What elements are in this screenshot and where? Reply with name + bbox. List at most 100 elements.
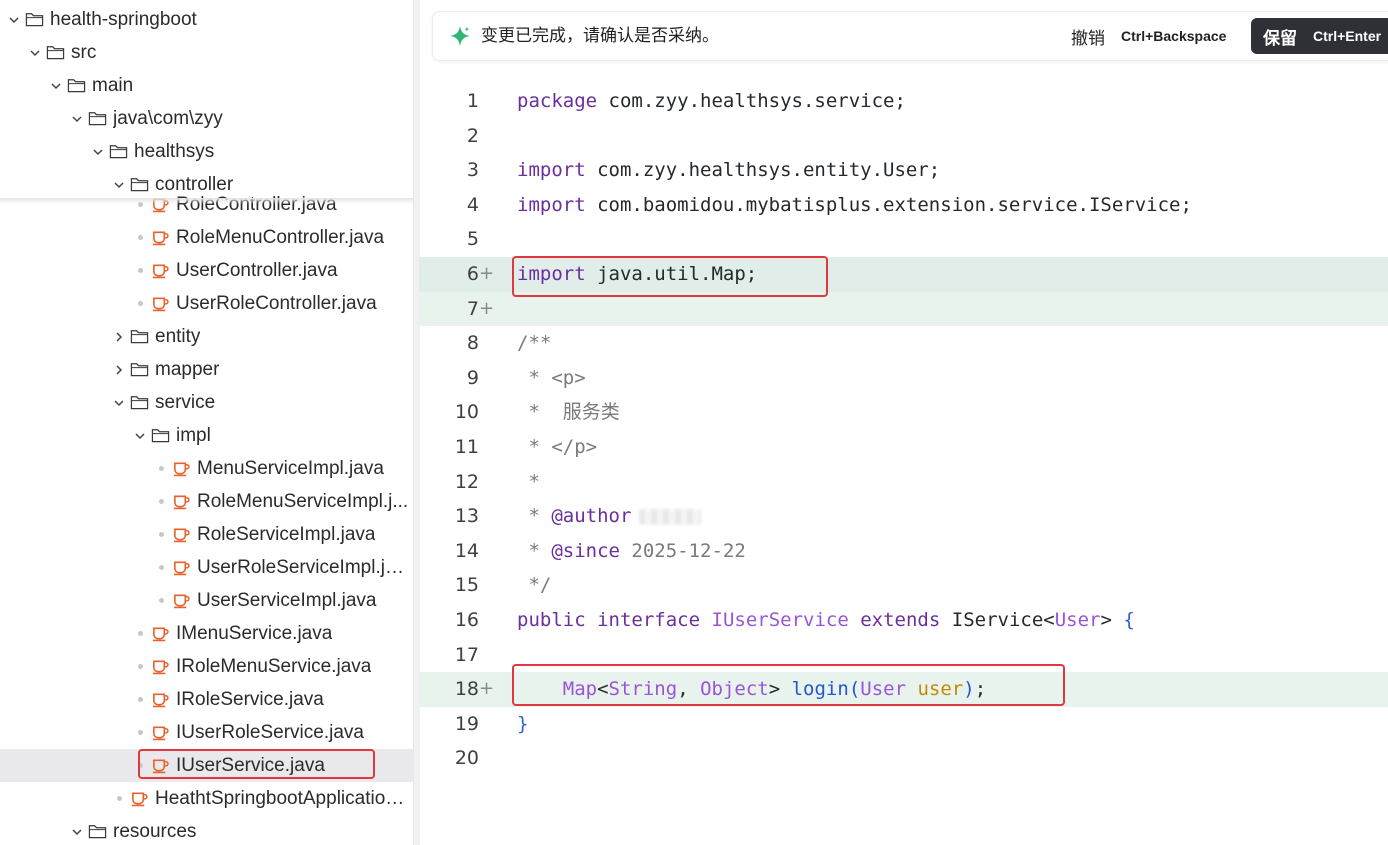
tree-folder[interactable]: entity	[0, 320, 413, 353]
redacted-author	[639, 508, 702, 525]
line-number: 12	[454, 470, 479, 493]
tree-dot-icon	[158, 485, 164, 518]
tree-folder[interactable]: service	[0, 386, 413, 419]
diff-confirmation-bar: 变更已完成，请确认是否采纳。 撤销 Ctrl+Backspace 保留 Ctrl…	[432, 11, 1388, 61]
undo-label: 撤销	[1071, 28, 1105, 48]
code-line-added[interactable]: 7 +	[419, 291, 1388, 327]
folder-icon	[129, 353, 149, 386]
keep-shortcut: Ctrl+Enter	[1313, 28, 1382, 44]
code-text: Map<String, Object> login(User user);	[562, 678, 987, 701]
keep-button[interactable]: 保留 Ctrl+Enter	[1251, 18, 1388, 54]
java-file-icon	[150, 188, 170, 221]
chevron-down-icon[interactable]	[29, 36, 41, 69]
tree-folder[interactable]: mapper	[0, 353, 413, 386]
line-number: 2	[466, 124, 479, 147]
chevron-down-icon[interactable]	[92, 135, 104, 168]
chevron-down-icon[interactable]	[71, 102, 83, 135]
code-line[interactable]: 17	[419, 638, 1388, 673]
tree-item-label: IRoleMenuService.java	[176, 656, 372, 677]
folder-icon	[129, 386, 149, 419]
chevron-right-icon[interactable]	[113, 320, 125, 353]
tree-item-label: entity	[155, 326, 201, 347]
java-file-icon	[150, 254, 170, 287]
code-line[interactable]: 3 import com.zyy.healthsys.entity.User;	[419, 153, 1388, 188]
tree-file[interactable]: IRoleService.java	[0, 683, 413, 716]
tree-file[interactable]: IUserService.java	[0, 749, 413, 782]
chevron-down-icon[interactable]	[50, 69, 62, 102]
code-line[interactable]: 1 package com.zyy.healthsys.service;	[419, 84, 1388, 119]
chevron-down-icon[interactable]	[113, 386, 125, 419]
tree-item-label: main	[92, 75, 134, 96]
tree-item-label: service	[155, 392, 216, 413]
tree-file[interactable]: IMenuService.java	[0, 617, 413, 650]
tree-dot-icon	[137, 683, 143, 716]
code-line[interactable]: 11 * </p>	[419, 430, 1388, 465]
tree-file[interactable]: UserRoleServiceImpl.java	[0, 551, 413, 584]
tree-file[interactable]: RoleController.java	[0, 188, 413, 221]
tree-file[interactable]: RoleMenuController.java	[0, 221, 413, 254]
tree-folder[interactable]: healthsys	[0, 135, 413, 168]
code-text: public interface IUserService extends IS…	[517, 609, 1135, 631]
tree-file[interactable]: UserServiceImpl.java	[0, 584, 413, 617]
tree-file[interactable]: IUserRoleService.java	[0, 716, 413, 749]
code-line[interactable]: 5	[419, 222, 1388, 257]
tree-item-label: RoleMenuServiceImpl.j...	[197, 491, 409, 512]
chevron-down-icon[interactable]	[71, 815, 83, 845]
tree-file[interactable]: RoleMenuServiceImpl.j...	[0, 485, 413, 518]
tree-file[interactable]: MenuServiceImpl.java	[0, 452, 413, 485]
tree-folder[interactable]: src	[0, 36, 413, 69]
java-file-icon	[129, 782, 149, 815]
code-editor[interactable]: 1 package com.zyy.healthsys.service; 2 3 imp…	[419, 84, 1388, 845]
undo-shortcut: Ctrl+Backspace	[1121, 28, 1227, 44]
java-file-icon	[171, 485, 191, 518]
tree-item-label: IRoleService.java	[176, 689, 324, 710]
tree-dot-icon	[158, 584, 164, 617]
code-line[interactable]: 19}	[419, 707, 1388, 742]
code-text: */	[517, 574, 552, 597]
code-text: import java.util.Map;	[517, 263, 758, 285]
code-text: * 服务类	[517, 401, 620, 424]
tree-file[interactable]: HeathtSpringbootApplication.j...	[0, 782, 413, 815]
chevron-down-icon[interactable]	[8, 3, 20, 36]
tree-file[interactable]: IRoleMenuService.java	[0, 650, 413, 683]
file-explorer: health-springboot src main java\com\zyy heal…	[0, 0, 414, 845]
folder-icon	[87, 815, 107, 845]
line-number: 9	[466, 366, 479, 389]
code-line[interactable]: 12 *	[419, 465, 1388, 500]
tree-file[interactable]: RoleServiceImpl.java	[0, 518, 413, 551]
code-line[interactable]: 14 * @since 2025-12-22	[419, 534, 1388, 569]
line-number: 8	[466, 332, 479, 355]
tree-file[interactable]: UserController.java	[0, 254, 413, 287]
code-line[interactable]: 15 */	[419, 568, 1388, 603]
code-line[interactable]: 16 public interface IUserService extends …	[419, 603, 1388, 638]
tree-folder[interactable]: main	[0, 69, 413, 102]
folder-icon	[87, 102, 107, 135]
line-number: 16	[454, 609, 479, 631]
line-number: 3	[466, 159, 479, 182]
code-line[interactable]: 4 import com.baomidou.mybatisplus.extensi…	[419, 188, 1388, 223]
java-file-icon	[150, 716, 170, 749]
code-line-added[interactable]: 18 + Map<String, Object> login(User user)…	[419, 672, 1388, 707]
code-line[interactable]: 20	[419, 741, 1388, 776]
tree-folder[interactable]: health-springboot	[0, 3, 413, 36]
chevron-right-icon[interactable]	[113, 353, 125, 386]
chevron-down-icon[interactable]	[134, 419, 146, 452]
code-line-added[interactable]: 6 + import java.util.Map;	[419, 257, 1388, 292]
tree-dot-icon	[158, 452, 164, 485]
tree-folder[interactable]: impl	[0, 419, 413, 452]
tree-dot-icon	[137, 188, 143, 221]
code-line[interactable]: 2	[419, 119, 1388, 154]
tree-item-label: UserRoleController.java	[176, 293, 377, 314]
code-line[interactable]: 13 * @author	[419, 499, 1388, 534]
code-line[interactable]: 8 /**	[419, 326, 1388, 361]
tree-folder[interactable]: resources	[0, 815, 413, 845]
code-line[interactable]: 9 * <p>	[419, 361, 1388, 396]
tree-file[interactable]: UserRoleController.java	[0, 287, 413, 320]
java-file-icon	[171, 452, 191, 485]
undo-button[interactable]: 撤销 Ctrl+Backspace	[1061, 20, 1241, 52]
java-file-icon	[150, 650, 170, 683]
code-line[interactable]: 10 * 服务类	[419, 395, 1388, 430]
tree-folder[interactable]: java\com\zyy	[0, 102, 413, 135]
java-file-icon	[171, 584, 191, 617]
line-number: 14	[454, 539, 479, 562]
